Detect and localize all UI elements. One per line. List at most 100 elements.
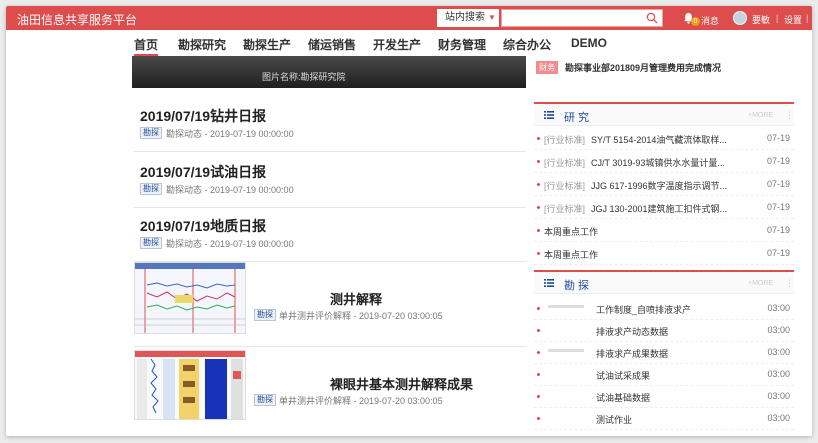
list-item[interactable]: 本周重点工作 07-19 — [534, 220, 794, 242]
post-meta: 勘探动态 - 2019-07-19 00:00:00 — [166, 185, 294, 195]
item-title[interactable]: 排液求产成果数据 — [596, 347, 668, 360]
item-category: [行业标准] — [544, 135, 586, 145]
item-title[interactable]: CJ/T 3019-93城镇供水水量计量... — [591, 156, 725, 169]
nav-item-office[interactable]: 综合办公 — [503, 36, 551, 56]
list-item[interactable]: [行业标准] JJG 617-1996数字温度指示调节... 07-19 — [534, 174, 794, 196]
item-title[interactable]: 本周重点工作 — [544, 248, 598, 261]
item-date: 03:00 — [767, 325, 790, 335]
post-title[interactable]: 2019/07/19钻井日报 — [140, 106, 266, 126]
nav-item-finance[interactable]: 财务管理 — [438, 36, 486, 56]
panel-menu-icon[interactable]: ⋮ — [785, 110, 794, 121]
banner-caption: 图片名称:勘探研究院 — [262, 72, 346, 82]
divider — [134, 346, 526, 347]
item-title[interactable]: 排液求产动态数据 — [596, 325, 668, 338]
bullet-dot — [537, 206, 540, 209]
main-nav: 首页 勘探研究 勘探生产 储运销售 开发生产 财务管理 综合办公 DEMO — [130, 30, 650, 56]
item-date: 07-19 — [766, 179, 790, 189]
list-item[interactable]: [行业标准] CJ/T 3019-93城镇供水水量计量... 07-19 — [534, 151, 794, 173]
post-meta: 单井测井评价解释 - 2019-07-20 03:00:05 — [279, 396, 443, 406]
item-date: 07-19 — [766, 248, 790, 258]
bullet-dot — [537, 160, 540, 163]
more-link[interactable]: +MORE — [748, 280, 773, 287]
item-date: 03:00 — [767, 347, 790, 357]
blurred-category — [548, 349, 584, 352]
list-item[interactable]: 本周重点工作 07-19 — [534, 243, 794, 265]
item-title[interactable]: 工作制度_自喷排液求产 — [596, 303, 691, 316]
list-item[interactable]: [行业标准] JGJ 130-2001建筑施工扣件式钢... 07-19 — [534, 197, 794, 219]
list-item[interactable]: [行业标准] SY/T 5154-2014油气藏流体取样... 07-19 — [534, 128, 794, 150]
search-scope-dropdown[interactable]: 站内搜索 ▼ — [437, 9, 499, 27]
nav-item-exploration-research[interactable]: 勘探研究 — [178, 36, 226, 56]
notice-badge: 财务 — [536, 61, 558, 74]
list-item[interactable]: 2019/07/19地质日报 勘探 勘探动态 - 2019-07-19 00:0… — [134, 216, 526, 262]
list-item[interactable]: 2019/07/19试油日报 勘探 勘探动态 - 2019-07-19 00:0… — [134, 162, 526, 208]
bullet-dot — [537, 351, 540, 354]
settings-link[interactable]: 设置 — [784, 13, 802, 26]
list-item[interactable]: 2019/07/19钻井日报 勘探 勘探动态 - 2019-07-19 00:0… — [134, 106, 526, 152]
bullet-dot — [537, 307, 540, 310]
item-title[interactable]: JJG 617-1996数字温度指示调节... — [591, 179, 727, 192]
item-date: 07-19 — [766, 133, 790, 143]
message-count-badge: 0 — [691, 17, 700, 26]
post-title[interactable]: 2019/07/19地质日报 — [140, 216, 266, 236]
post-tag: 勘探 — [254, 309, 276, 321]
bullet-dot — [537, 137, 540, 140]
separator: | — [806, 13, 809, 23]
log-chart-thumbnail[interactable] — [134, 262, 246, 334]
notice-text[interactable]: 勘探事业部201809月管理费用完成情况 — [565, 61, 721, 74]
post-meta: 勘探动态 - 2019-07-19 00:00:00 — [166, 129, 294, 139]
avatar[interactable] — [733, 11, 747, 25]
item-category: [行业标准] — [544, 158, 586, 168]
list-item[interactable]: 工作制度_自喷排液求产 03:00 — [534, 298, 794, 320]
blurred-category — [548, 305, 584, 308]
list-item[interactable]: 排液求产成果数据 03:00 — [534, 342, 794, 364]
banner-image[interactable]: 图片名称:勘探研究院 — [132, 56, 526, 88]
site-title[interactable]: 油田信息共享服务平台 — [17, 11, 137, 28]
search-scope-label: 站内搜索 — [445, 12, 485, 23]
item-title[interactable]: JGJ 130-2001建筑施工扣件式钢... — [591, 202, 727, 215]
item-date: 07-19 — [766, 202, 790, 212]
nav-item-home[interactable]: 首页 — [134, 36, 159, 56]
list-item[interactable]: 试油试采成果 03:00 — [534, 364, 794, 386]
exploration-panel: 勘 探 +MORE ⋮ 工作制度_自喷排液求产 03:00 排液求产动态数据 0… — [534, 270, 794, 430]
item-date: 03:00 — [767, 303, 790, 313]
more-link[interactable]: +MORE — [748, 112, 773, 119]
caret-down-icon: ▼ — [488, 13, 496, 22]
messages-label: 消息 — [701, 16, 720, 26]
log-chart-thumbnail[interactable] — [134, 350, 246, 420]
open-hole-log-thumbnail-graphic — [135, 351, 245, 419]
post-tag: 勘探 — [140, 127, 162, 139]
nav-item-development-production[interactable]: 开发生产 — [373, 36, 421, 56]
item-title[interactable]: 测试作业 — [596, 413, 632, 426]
nav-item-exploration-production[interactable]: 勘探生产 — [243, 36, 291, 56]
bullet-dot — [537, 229, 540, 232]
bullet-dot — [537, 252, 540, 255]
panel-menu-icon[interactable]: ⋮ — [785, 278, 794, 289]
panel-title: 研 究 — [564, 112, 590, 124]
bullet-dot — [537, 183, 540, 186]
messages-link[interactable]: 0 消息 — [683, 10, 729, 26]
list-item[interactable]: 试油基础数据 03:00 — [534, 386, 794, 408]
search-input[interactable] — [501, 9, 663, 27]
bullet-dot — [537, 373, 540, 376]
username-link[interactable]: 要敏 — [752, 13, 770, 26]
search-bar: 站内搜索 ▼ — [437, 9, 663, 27]
item-title[interactable]: 试油试采成果 — [596, 369, 650, 382]
list-item[interactable]: 排液求产动态数据 03:00 — [534, 320, 794, 342]
search-icon[interactable] — [646, 12, 658, 24]
item-title[interactable]: SY/T 5154-2014油气藏流体取样... — [591, 133, 727, 146]
item-title[interactable]: 试油基础数据 — [596, 391, 650, 404]
list-icon — [544, 279, 554, 287]
finance-notice[interactable]: 财务 勘探事业部201809月管理费用完成情况 — [534, 61, 804, 77]
list-item[interactable]: 测试作业 03:00 — [534, 408, 794, 430]
post-title[interactable]: 2019/07/19试油日报 — [140, 162, 266, 182]
panel-title: 勘 探 — [564, 280, 590, 292]
item-title[interactable]: 本周重点工作 — [544, 225, 598, 238]
list-icon — [544, 111, 554, 119]
bullet-dot — [537, 329, 540, 332]
nav-item-storage-sales[interactable]: 储运销售 — [308, 36, 356, 56]
nav-item-demo[interactable]: DEMO — [571, 36, 607, 56]
item-category: [行业标准] — [544, 204, 586, 214]
post-title[interactable]: 测井解释 — [330, 289, 382, 308]
post-title[interactable]: 裸眼井基本测井解释成果 — [330, 374, 473, 393]
